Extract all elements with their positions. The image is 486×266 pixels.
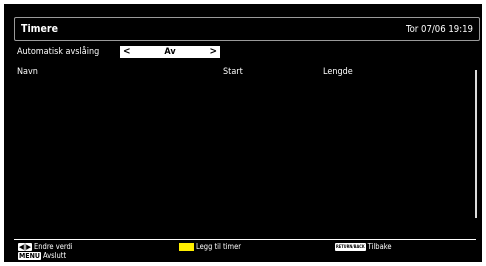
scrollbar[interactable] — [475, 70, 477, 218]
right-arrow-icon[interactable]: > — [209, 46, 217, 57]
auto-off-selector[interactable]: < Av > — [120, 45, 220, 58]
left-right-arrows-icon: ◀|▶ — [18, 243, 32, 251]
auto-off-value: Av — [164, 46, 176, 57]
column-header-start: Start — [223, 67, 243, 77]
back-label: Tilbake — [367, 242, 392, 251]
footer-exit: MENU Avslutt — [18, 251, 66, 260]
footer-divider — [14, 239, 476, 240]
yellow-button-icon — [179, 243, 194, 251]
tv-screen: Timere Tor 07/06 19:19 Automatisk avslåi… — [4, 4, 482, 262]
left-arrow-icon[interactable]: < — [123, 46, 131, 57]
return-back-key-icon: RETURN/BACK — [335, 243, 366, 251]
add-timer-label: Legg til timer — [196, 242, 242, 251]
footer-back: RETURN/BACK Tilbake — [335, 242, 392, 251]
change-value-label: Endre verdi — [34, 242, 73, 251]
menu-key-icon: MENU — [18, 252, 41, 260]
auto-off-label: Automatisk avslåing — [17, 46, 100, 57]
auto-off-row[interactable]: Automatisk avslåing < Av > — [17, 45, 220, 58]
exit-label: Avslutt — [42, 251, 67, 260]
datetime-display: Tor 07/06 19:19 — [405, 23, 473, 35]
page-title: Timere — [21, 23, 59, 35]
column-header-name: Navn — [17, 67, 38, 77]
footer-add-timer: Legg til timer — [179, 242, 241, 251]
column-header-length: Lengde — [323, 67, 353, 77]
footer-change-value: ◀|▶ Endre verdi — [18, 242, 73, 251]
title-bar: Timere Tor 07/06 19:19 — [14, 17, 480, 41]
